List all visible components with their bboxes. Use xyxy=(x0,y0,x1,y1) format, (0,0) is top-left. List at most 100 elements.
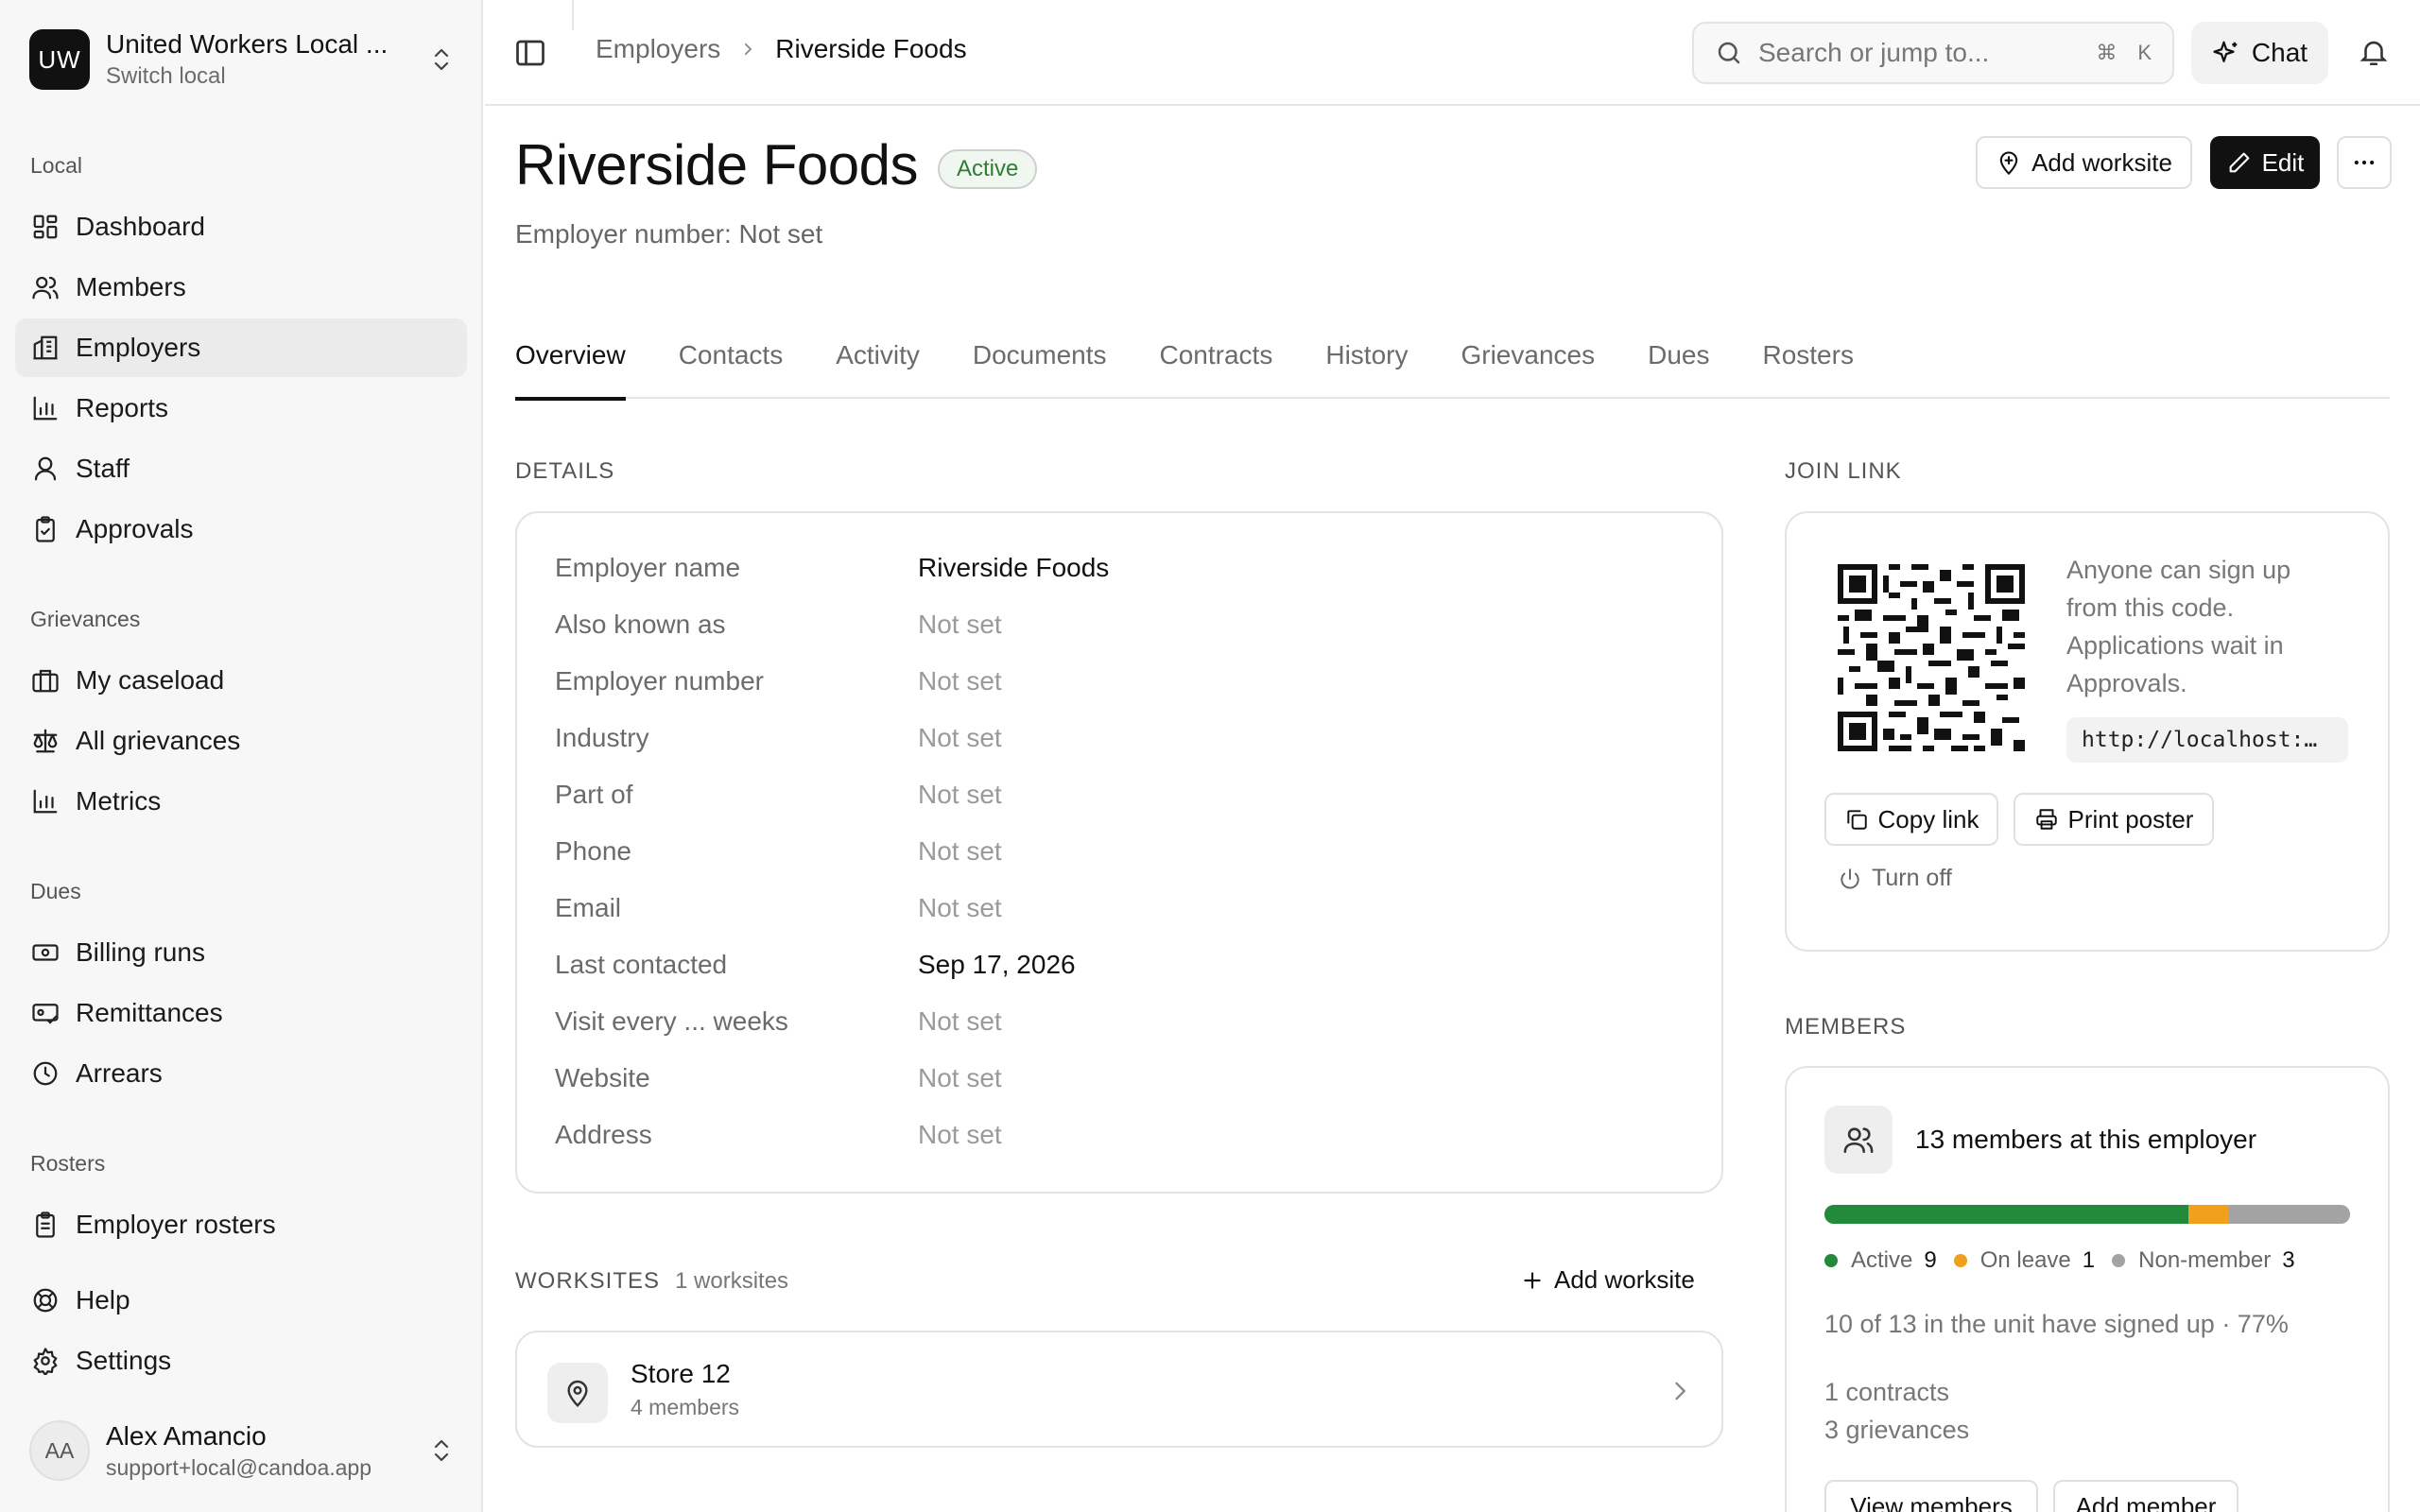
add-worksite-link[interactable]: Add worksite xyxy=(1520,1265,1695,1295)
legend-value: 9 xyxy=(1924,1247,1937,1273)
tab-activity[interactable]: Activity xyxy=(836,333,920,399)
members-card: 13 members at this employer Active 9 On l… xyxy=(1785,1066,2390,1512)
tab-history[interactable]: History xyxy=(1325,333,1408,399)
sidebar-item-employers[interactable]: Employers xyxy=(15,318,467,377)
printer-icon xyxy=(2035,809,2057,830)
print-poster-button[interactable]: Print poster xyxy=(2014,793,2214,846)
detail-value: Not set xyxy=(918,780,1002,809)
add-worksite-link-label: Add worksite xyxy=(1554,1265,1695,1294)
tab-grievances[interactable]: Grievances xyxy=(1461,333,1595,399)
legend-active: Active 9 xyxy=(1824,1247,1937,1274)
tab-bar: Overview Contacts Activity Documents Con… xyxy=(515,333,2390,401)
search-input[interactable]: Search or jump to... ⌘ K xyxy=(1692,22,2174,84)
scale-icon xyxy=(30,726,60,756)
power-icon xyxy=(1841,868,1859,888)
sidebar-item-label: Members xyxy=(76,272,186,301)
detail-value: Not set xyxy=(918,666,1002,696)
detail-row: Industry Not set xyxy=(555,723,1002,753)
detail-row: Employer number Not set xyxy=(555,666,1002,696)
bar-segment-active xyxy=(1824,1205,2188,1224)
details-card: Employer name Riverside Foods Also known … xyxy=(515,511,1723,1194)
tab-dues[interactable]: Dues xyxy=(1648,333,1709,399)
chat-button[interactable]: Chat xyxy=(2191,22,2328,84)
pencil-icon xyxy=(2229,152,2249,173)
more-options-button[interactable] xyxy=(2337,136,2392,189)
sidebar-item-label: Settings xyxy=(76,1346,172,1375)
sidebar-item-label: Remittances xyxy=(76,998,223,1027)
detail-value: Not set xyxy=(918,610,1002,639)
sidebar-item-all-grievances[interactable]: All grievances xyxy=(15,712,467,770)
detail-label: Last contacted xyxy=(555,950,728,979)
sidebar-item-label: Dashboard xyxy=(76,212,205,241)
page-subtitle: Employer number: Not set xyxy=(515,219,823,249)
tab-documents[interactable]: Documents xyxy=(973,333,1107,399)
wallet-check-icon xyxy=(30,998,60,1028)
detail-label: Also known as xyxy=(555,610,726,639)
membership-legend: Active 9 On leave 1 Non-member 3 xyxy=(1824,1247,2312,1274)
breadcrumb-current: Riverside Foods xyxy=(775,34,967,63)
copy-icon xyxy=(1846,810,1867,830)
add-worksite-button[interactable]: Add worksite xyxy=(1976,136,2192,189)
detail-value: Not set xyxy=(918,1006,1002,1036)
sidebar-item-employer-rosters[interactable]: Employer rosters xyxy=(15,1195,467,1254)
sidebar-item-label: Approvals xyxy=(76,514,194,543)
join-link-url[interactable]: http://localhost:… xyxy=(2066,717,2348,763)
details-heading: DETAILS xyxy=(515,458,615,484)
detail-label: Employer name xyxy=(555,553,741,582)
tab-contacts[interactable]: Contacts xyxy=(679,333,784,399)
divider xyxy=(572,0,574,30)
sidebar-item-members[interactable]: Members xyxy=(15,258,467,317)
sidebar-item-metrics[interactable]: Metrics xyxy=(15,772,467,831)
search-icon xyxy=(1718,42,1740,64)
bar-chart-icon xyxy=(30,393,60,423)
tab-rosters[interactable]: Rosters xyxy=(1762,333,1853,399)
detail-label: Visit every ... weeks xyxy=(555,1006,788,1036)
grievances-count: 3 grievances xyxy=(1824,1416,1970,1444)
sidebar-item-my-caseload[interactable]: My caseload xyxy=(15,651,467,710)
worksites-label: WORKSITES xyxy=(515,1268,661,1294)
user-name: Alex Amancio xyxy=(106,1420,267,1451)
copy-link-button[interactable]: Copy link xyxy=(1824,793,1998,846)
view-members-button[interactable]: View members xyxy=(1824,1480,2038,1512)
org-switcher[interactable]: UW United Workers Local ... Switch local xyxy=(29,28,455,91)
sidebar-item-label: All grievances xyxy=(76,726,241,755)
detail-row: Address Not set xyxy=(555,1120,1002,1150)
sidebar-item-arrears[interactable]: Arrears xyxy=(15,1044,467,1103)
worksite-members: 4 members xyxy=(631,1395,740,1419)
sidebar-item-billing-runs[interactable]: Billing runs xyxy=(15,923,467,982)
detail-row: Phone Not set xyxy=(555,836,1002,867)
sidebar-item-dashboard[interactable]: Dashboard xyxy=(15,198,467,256)
worksite-row[interactable]: Store 12 4 members xyxy=(515,1331,1723,1448)
sidebar-item-remittances[interactable]: Remittances xyxy=(15,984,467,1042)
nav-section-local: Local xyxy=(30,153,82,178)
detail-value: Not set xyxy=(918,836,1002,866)
sidebar-item-help[interactable]: Help xyxy=(15,1271,467,1330)
add-member-button[interactable]: Add member xyxy=(2053,1480,2238,1512)
tab-contracts[interactable]: Contracts xyxy=(1160,333,1273,399)
breadcrumb: Employers Riverside Foods xyxy=(596,34,967,64)
members-count-title: 13 members at this employer xyxy=(1915,1125,2257,1154)
sidebar-item-label: Metrics xyxy=(76,786,162,816)
clipboard-check-icon xyxy=(30,514,60,544)
sidebar-toggle-icon[interactable] xyxy=(513,36,547,70)
clipboard-list-icon xyxy=(30,1210,60,1240)
sidebar-item-staff[interactable]: Staff xyxy=(15,439,467,498)
tab-overview[interactable]: Overview xyxy=(515,333,626,401)
qr-code-image xyxy=(1838,564,2025,751)
sidebar-item-settings[interactable]: Settings xyxy=(15,1332,467,1390)
org-switch-label: Switch local xyxy=(106,63,226,89)
user-menu[interactable]: AA Alex Amancio support+local@candoa.app xyxy=(29,1418,455,1484)
turn-off-button[interactable]: Turn off xyxy=(1838,865,1952,892)
sidebar-item-label: Help xyxy=(76,1285,130,1314)
sidebar-item-label: Staff xyxy=(76,454,130,483)
join-link-description: Anyone can sign up from this code. Appli… xyxy=(2066,556,2291,697)
breadcrumb-employers[interactable]: Employers xyxy=(596,34,720,64)
edit-button[interactable]: Edit xyxy=(2210,136,2320,189)
sidebar-item-reports[interactable]: Reports xyxy=(15,379,467,438)
plus-icon xyxy=(1524,1271,1541,1289)
turn-off-label: Turn off xyxy=(1872,865,1952,891)
sidebar: UW United Workers Local ... Switch local… xyxy=(0,0,483,1512)
bell-icon[interactable] xyxy=(2358,36,2392,70)
sidebar-item-approvals[interactable]: Approvals xyxy=(15,500,467,558)
detail-value: Not set xyxy=(918,1063,1002,1092)
